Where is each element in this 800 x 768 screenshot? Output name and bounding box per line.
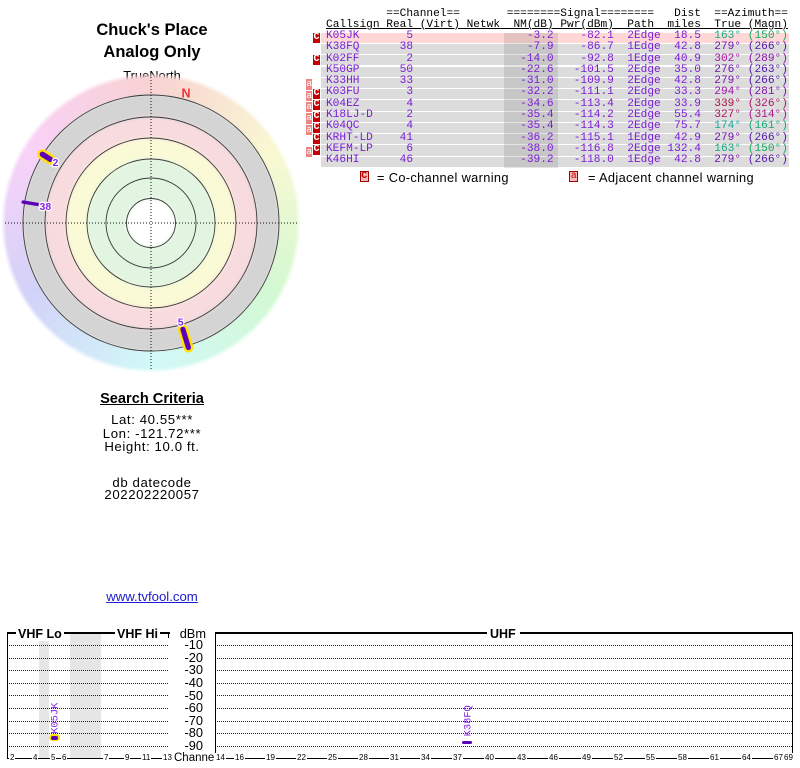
svg-text:K38FQ: K38FQ [462, 705, 474, 736]
svg-text:K05JK: K05JK [49, 702, 61, 734]
svg-text:5: 5 [178, 317, 184, 329]
svg-text:2: 2 [53, 157, 59, 169]
svg-text:38: 38 [40, 201, 52, 213]
svg-text:N: N [182, 87, 191, 101]
